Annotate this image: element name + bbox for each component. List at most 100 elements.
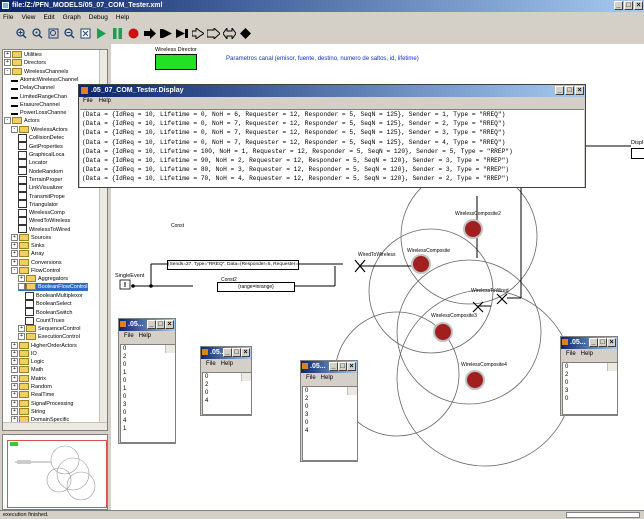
library-item[interactable]: WirelessComp xyxy=(18,208,65,217)
expand-icon[interactable]: + xyxy=(11,233,18,241)
maximize-icon[interactable]: □ xyxy=(156,320,165,329)
small-window-text-area[interactable]: 02010103041 xyxy=(120,344,176,443)
menu-view[interactable]: View xyxy=(21,14,35,21)
port-input-icon[interactable] xyxy=(158,26,173,41)
library-item[interactable]: WiredToWireless xyxy=(18,217,70,225)
small-window-menu-item[interactable]: File xyxy=(306,375,316,381)
port-output-icon[interactable] xyxy=(174,26,189,41)
library-item[interactable]: + Matrix xyxy=(11,374,46,383)
library-item[interactable]: + Logic xyxy=(11,358,44,366)
small-window-menu-item[interactable]: Help xyxy=(321,375,333,381)
library-item[interactable]: - WirelessChannels xyxy=(4,67,68,76)
library-item[interactable]: + HigherOrderActors xyxy=(11,341,77,350)
expand-icon[interactable]: + xyxy=(11,407,18,415)
zoom-fit-icon[interactable] xyxy=(46,26,61,41)
const-actor[interactable]: {Sends=27, Type="RREQ", Data={Responder=… xyxy=(167,260,299,270)
wireless-composite-4[interactable] xyxy=(465,370,485,390)
small-window-menu-item[interactable]: File xyxy=(206,361,216,367)
library-item[interactable]: + RealTime xyxy=(11,391,54,399)
wireless-director[interactable] xyxy=(155,54,197,70)
library-item[interactable]: + Conversions xyxy=(11,258,62,267)
minimize-icon[interactable]: _ xyxy=(589,338,598,347)
menu-debug[interactable]: Debug xyxy=(89,14,108,21)
library-item[interactable]: Triangulator xyxy=(18,200,58,209)
library-item[interactable]: + Sources xyxy=(11,233,51,242)
display-actor[interactable] xyxy=(631,148,644,159)
expand-icon[interactable]: + xyxy=(11,258,18,266)
library-item[interactable]: - BooleanFlowControl xyxy=(18,283,88,292)
library-item[interactable]: ErasureChannel xyxy=(11,101,60,109)
library-item[interactable]: + Sinks xyxy=(11,241,44,250)
collapse-icon[interactable]: - xyxy=(11,266,18,274)
collapse-icon[interactable]: - xyxy=(4,67,11,75)
library-item[interactable]: + ExecutionControl xyxy=(18,333,80,341)
expand-icon[interactable]: + xyxy=(11,250,18,258)
display-maximize-icon[interactable]: □ xyxy=(565,86,574,95)
small-window-menu-item[interactable]: File xyxy=(566,351,576,357)
expand-icon[interactable]: + xyxy=(11,399,18,407)
small-window-text-area[interactable]: 02030 xyxy=(562,362,618,415)
library-item[interactable]: CountTrues xyxy=(25,316,65,325)
minimize-icon[interactable]: _ xyxy=(147,320,156,329)
minimize-icon[interactable]: _ xyxy=(329,362,338,371)
pause-icon[interactable] xyxy=(110,26,125,41)
small-window-menu-item[interactable]: Help xyxy=(139,333,151,339)
stop-icon[interactable] xyxy=(126,26,141,41)
multiport-icon[interactable] xyxy=(206,26,221,41)
expand-icon[interactable]: + xyxy=(18,324,25,332)
close-icon[interactable]: × xyxy=(634,1,643,10)
relation-icon[interactable] xyxy=(238,26,253,41)
multiport-inout-icon[interactable] xyxy=(222,26,237,41)
menu-help[interactable]: Help xyxy=(116,14,129,21)
close-icon[interactable]: × xyxy=(165,320,174,329)
expand-icon[interactable]: + xyxy=(11,358,18,366)
library-item[interactable]: + Utilities xyxy=(4,51,42,59)
library-item[interactable]: + SequenceControl xyxy=(18,324,81,333)
arrow-right-icon[interactable] xyxy=(142,26,157,41)
library-item[interactable]: - FlowControl xyxy=(11,266,60,275)
zoom-reset-icon[interactable] xyxy=(30,26,45,41)
small-window-menu-item[interactable]: Help xyxy=(221,361,233,367)
library-item[interactable]: - Actors xyxy=(4,117,40,125)
library-item[interactable]: + Math xyxy=(11,366,43,374)
expand-icon[interactable]: + xyxy=(11,341,18,349)
expand-icon[interactable]: + xyxy=(11,366,18,374)
library-item[interactable]: + SignalProcessing xyxy=(11,399,74,408)
expand-icon[interactable]: + xyxy=(18,333,25,341)
library-item[interactable]: TerrainProper xyxy=(18,175,62,184)
library-item[interactable]: AtomicWirelessChannel xyxy=(11,76,78,84)
collapse-icon[interactable]: - xyxy=(4,117,11,125)
library-item[interactable]: + Random xyxy=(11,383,52,391)
maximize-icon[interactable]: □ xyxy=(232,348,241,357)
library-item[interactable]: LimitedRangeChan xyxy=(11,93,67,101)
library-item[interactable]: BooleanSelect xyxy=(25,300,71,308)
library-item[interactable]: Locator xyxy=(18,158,47,167)
menu-graph[interactable]: Graph xyxy=(63,14,81,21)
run-icon[interactable] xyxy=(94,26,109,41)
display-menu-help[interactable]: Help xyxy=(99,98,111,104)
library-item[interactable]: GraphicalLoca xyxy=(18,150,64,159)
library-item[interactable]: PowerLossChanne xyxy=(11,109,66,117)
minimize-icon[interactable]: _ xyxy=(223,348,232,357)
menu-file[interactable]: File xyxy=(3,14,13,21)
maximize-icon[interactable]: □ xyxy=(338,362,347,371)
library-item[interactable]: NodeRandom xyxy=(18,167,63,176)
const2-actor[interactable]: {range=inrange} xyxy=(217,282,295,292)
close-icon[interactable]: × xyxy=(607,338,616,347)
expand-icon[interactable]: + xyxy=(4,59,11,67)
library-item[interactable]: - WirelessActors xyxy=(11,125,68,134)
display-minimize-icon[interactable]: _ xyxy=(555,86,564,95)
library-item[interactable]: CollisionDetec xyxy=(18,134,64,142)
library-item[interactable]: WirelessToWired xyxy=(18,225,70,234)
library-item[interactable]: + Array xyxy=(11,250,44,258)
library-item[interactable]: DelayChannel xyxy=(11,84,55,92)
expand-icon[interactable]: + xyxy=(11,374,18,382)
library-item[interactable]: + IO xyxy=(11,349,37,358)
library-item[interactable]: + Aggregators xyxy=(18,275,68,283)
expand-icon[interactable]: + xyxy=(18,275,25,283)
display-close-icon[interactable]: × xyxy=(575,86,584,95)
close-icon[interactable]: × xyxy=(241,348,250,357)
collapse-icon[interactable]: - xyxy=(11,125,18,133)
small-window-scrollbar[interactable] xyxy=(165,345,175,353)
minimize-icon[interactable]: _ xyxy=(614,1,623,10)
